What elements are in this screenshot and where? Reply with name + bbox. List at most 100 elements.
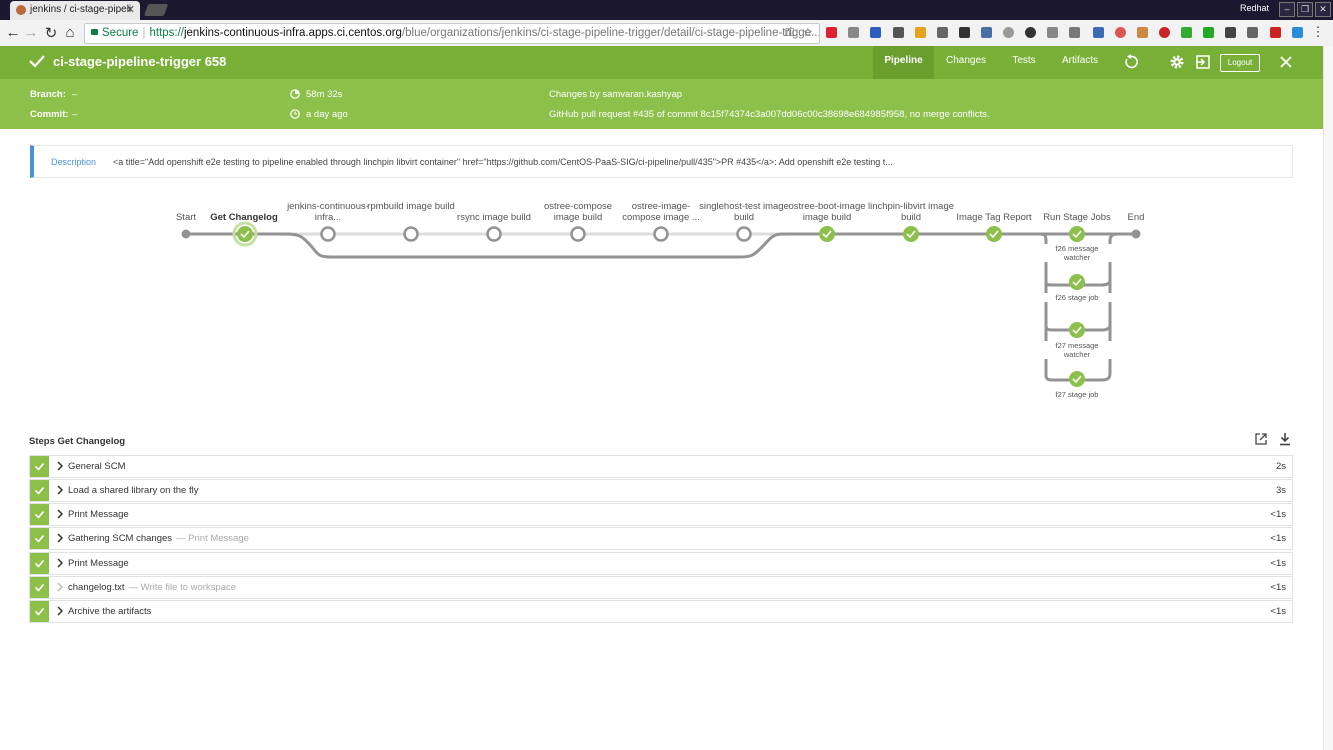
extension-icon[interactable] [937, 27, 948, 38]
extension-icon[interactable] [1270, 27, 1281, 38]
home-icon[interactable]: ⌂ [61, 24, 79, 41]
step-row[interactable]: Gathering SCM changes — Print Message <1s [29, 527, 1293, 550]
extension-icon[interactable] [981, 27, 992, 38]
tab-pipeline[interactable]: Pipeline [873, 46, 934, 79]
step-success-indicator [30, 528, 49, 549]
stage-label-jenkins-continuous-infra[interactable]: jenkins-continuous-infra... [282, 201, 374, 223]
extension-icon[interactable] [1115, 27, 1126, 38]
extension-icon[interactable] [1137, 27, 1148, 38]
extension-icon[interactable] [959, 27, 970, 38]
stage-label-image-tag-report[interactable]: Image Tag Report [949, 212, 1039, 223]
stage-label-rpmbuild[interactable]: rpmbuild image build [366, 201, 456, 212]
forward-arrow-icon[interactable]: → [22, 24, 40, 41]
stage-label-linchpin-libvirt[interactable]: linchpin-libvirt image build [866, 201, 956, 223]
step-duration: 3s [1275, 485, 1286, 496]
chevron-right-icon[interactable] [56, 461, 64, 471]
rerun-icon[interactable] [1123, 54, 1139, 70]
step-name: Gathering SCM changes [68, 533, 173, 544]
run-started: a day ago [306, 109, 348, 120]
tab-artifacts[interactable]: Artifacts [1054, 46, 1106, 79]
extension-icon[interactable] [893, 27, 904, 38]
step-success-indicator [30, 553, 49, 574]
extension-icon[interactable] [1292, 27, 1303, 38]
extension-icon[interactable] [1181, 27, 1192, 38]
profile-label[interactable]: Redhat [1240, 3, 1269, 13]
open-external-icon[interactable] [1254, 432, 1268, 446]
lock-icon [91, 28, 98, 35]
success-check-icon [29, 55, 45, 68]
reload-icon[interactable]: ↻ [42, 24, 60, 42]
stage-label-get-changelog[interactable]: Get Changelog [199, 212, 289, 223]
page-scrollbar[interactable] [1323, 46, 1333, 750]
chevron-right-icon[interactable] [56, 582, 64, 592]
step-subtitle: — Write file to workspace [128, 582, 237, 593]
check-icon [34, 534, 45, 543]
extension-icon[interactable] [870, 27, 881, 38]
new-tab-button[interactable] [143, 4, 169, 16]
stage-label-ostree-image-compose[interactable]: ostree-image-compose image ... [616, 201, 706, 223]
extension-icon[interactable] [1247, 27, 1258, 38]
step-row[interactable]: Print Message <1s [29, 503, 1293, 526]
stage-label-ostree-boot-image[interactable]: ostree-boot-image image build [782, 201, 872, 223]
step-name: Print Message [68, 509, 129, 520]
close-icon[interactable] [1278, 54, 1294, 70]
extension-icon[interactable] [1093, 27, 1104, 38]
run-duration: 58m 32s [306, 89, 343, 100]
back-arrow-icon[interactable]: ← [4, 24, 22, 41]
description-label: Description [51, 157, 97, 167]
address-bar[interactable]: Secure | https://jenkins-continuous-infra.… [84, 23, 820, 44]
stage-label-singlehost-test[interactable]: singlehost-test image build [699, 201, 789, 223]
run-cause: GitHub pull request #435 of commit 8c15f… [549, 109, 990, 120]
download-icon[interactable] [1278, 432, 1292, 446]
gear-icon[interactable] [1169, 54, 1185, 70]
extension-icon[interactable] [1159, 27, 1170, 38]
tab-changes[interactable]: Changes [940, 46, 992, 79]
extension-icon[interactable] [1069, 27, 1080, 38]
stage-label-ostree-compose[interactable]: ostree-compose image build [533, 201, 623, 223]
chevron-right-icon[interactable] [56, 485, 64, 495]
extension-icon[interactable] [1003, 27, 1014, 38]
step-row[interactable]: General SCM 2s [29, 455, 1293, 478]
chevron-right-icon[interactable] [56, 533, 64, 543]
extension-icon[interactable] [1047, 27, 1058, 38]
stage-label-rsync[interactable]: rsync image build [449, 212, 539, 223]
commit-label: Commit: [30, 109, 69, 120]
step-row[interactable]: Print Message <1s [29, 552, 1293, 575]
chevron-right-icon[interactable] [56, 509, 64, 519]
parallel-label-f26-stage-job[interactable]: f26 stage job [1042, 293, 1112, 302]
classic-ui-icon[interactable] [1195, 54, 1211, 70]
bookmark-star-icon[interactable]: ☆ [803, 24, 813, 43]
extension-icon[interactable] [826, 27, 837, 38]
check-icon [34, 607, 45, 616]
step-row[interactable]: changelog.txt — Write file to workspace <… [29, 576, 1293, 599]
chevron-right-icon[interactable] [56, 558, 64, 568]
close-tab-icon[interactable]: ✕ [126, 3, 135, 16]
url-path: /blue/organizations/jenkins/ci-stage-pip… [401, 27, 820, 39]
extension-icon[interactable] [848, 27, 859, 38]
run-header: ci-stage-pipeline-trigger 658 Pipeline C… [0, 46, 1333, 79]
extension-icon[interactable] [1025, 27, 1036, 38]
extension-icon[interactable] [915, 27, 926, 38]
extension-icon[interactable] [1203, 27, 1214, 38]
check-icon [34, 486, 45, 495]
parallel-label-f27-stage-job[interactable]: f27 stage job [1042, 390, 1112, 399]
key-icon[interactable]: ⚿ [785, 24, 794, 43]
step-row[interactable]: Load a shared library on the fly 3s [29, 479, 1293, 502]
check-icon [34, 510, 45, 519]
run-info-bar: Branch: – Commit: – 58m 32s a day ago Ch… [0, 79, 1333, 129]
step-row[interactable]: Archive the artifacts <1s [29, 600, 1293, 623]
browser-tab[interactable]: jenkins / ci-stage-pipeli ✕ [10, 1, 140, 20]
tab-tests[interactable]: Tests [1004, 46, 1044, 79]
chevron-right-icon[interactable] [56, 606, 64, 616]
restore-window-button[interactable]: ❐ [1297, 2, 1313, 17]
parallel-label-f27-message-watcher[interactable]: f27 message watcher [1042, 341, 1112, 359]
browser-menu-icon[interactable]: ⋮ [1309, 24, 1327, 40]
clock-icon [290, 109, 300, 119]
close-window-button[interactable]: ✕ [1315, 2, 1331, 17]
minimize-window-button[interactable]: – [1279, 2, 1295, 17]
pipeline-connectors [186, 232, 1136, 382]
parallel-label-f26-message-watcher[interactable]: f26 message watcher [1042, 244, 1112, 262]
step-success-indicator [30, 601, 49, 622]
logout-button[interactable]: Logout [1220, 54, 1260, 72]
extension-icon[interactable] [1225, 27, 1236, 38]
